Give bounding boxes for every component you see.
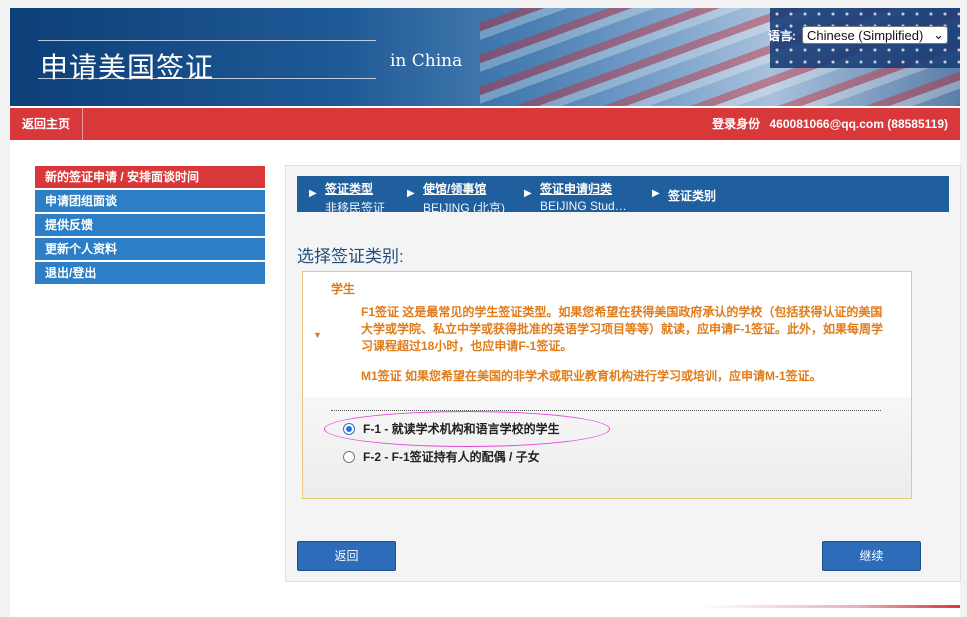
option-f2-label: F-2 - F-1签证持有人的配偶 / 子女	[363, 450, 540, 464]
option-f2[interactable]: F-2 - F-1签证持有人的配偶 / 子女	[343, 448, 540, 465]
category-description-m1: M1签证 如果您希望在美国的非学术或职业教育机构进行学习或培训，应申请M-1签证…	[361, 369, 822, 383]
step-arrow-icon: ▶	[309, 188, 317, 199]
breadcrumb-step-post[interactable]: ▶ 使馆/领事馆 BEIJING (北京)	[407, 180, 506, 216]
language-value: Chinese (Simplified)	[807, 27, 924, 43]
login-label: 登录身份	[712, 117, 761, 131]
title-rule-bottom	[38, 78, 376, 79]
option-f1[interactable]: F-1 - 就读学术机构和语言学校的学生	[343, 420, 560, 437]
main-panel: ▶ 签证类型 非移民签证 ▶ 使馆/领事馆 BEIJING (北京) ▶ 签证申…	[285, 165, 961, 582]
menu-item-feedback[interactable]: 提供反馈	[35, 214, 265, 236]
menu-item-logout[interactable]: 退出/登出	[35, 262, 265, 284]
breadcrumb-value: BEIJING (北京)	[423, 201, 506, 215]
menu-item-group-interview[interactable]: 申请团组面谈	[35, 190, 265, 212]
page: 申请美国签证 in China 语言: Chinese (Simplified)…	[10, 8, 961, 617]
language-dropdown[interactable]: Chinese (Simplified) ⌄	[802, 26, 948, 44]
breadcrumb-step-visa-type[interactable]: ▶ 签证类型 非移民签证	[309, 180, 386, 216]
category-name: 学生	[331, 282, 356, 296]
breadcrumb-value: BEIJING Stud…	[540, 199, 627, 213]
breadcrumb-key: 使馆/领事馆	[423, 182, 487, 196]
bottom-decoration	[700, 605, 960, 608]
page-title: 选择签证类别:	[297, 247, 404, 266]
login-account: 460081066@qq.com (88585119)	[769, 117, 949, 131]
browser-frame: 申请美国签证 in China 语言: Chinese (Simplified)…	[0, 0, 967, 617]
radio-f2[interactable]	[343, 450, 355, 463]
visa-category-box: 学生 ▼ F1签证 这是最常见的学生签证类型。如果您希望在获得美国政府承认的学校…	[302, 271, 912, 499]
header-banner: 申请美国签证 in China 语言: Chinese (Simplified)…	[10, 8, 960, 106]
breadcrumb-key: 签证类别	[668, 189, 717, 203]
breadcrumb-step-category[interactable]: ▶ 签证申请归类 BEIJING Stud…	[524, 180, 627, 213]
breadcrumb: ▶ 签证类型 非移民签证 ▶ 使馆/领事馆 BEIJING (北京) ▶ 签证申…	[297, 176, 949, 215]
radio-f1[interactable]	[343, 422, 355, 435]
step-arrow-icon: ▶	[652, 188, 660, 199]
site-title: 申请美国签证	[40, 51, 215, 84]
collapse-caret-icon[interactable]: ▼	[313, 330, 322, 340]
chevron-down-icon: ⌄	[933, 27, 944, 42]
menu-item-new-application[interactable]: 新的签证申请 / 安排面谈时间	[35, 166, 265, 188]
breadcrumb-key: 签证类型	[325, 182, 374, 196]
divider	[331, 410, 881, 411]
sidebar-menu: 新的签证申请 / 安排面谈时间 申请团组面谈 提供反馈 更新个人资料 退出/登出	[35, 166, 265, 286]
login-identity: 登录身份 460081066@qq.com (88585119)	[706, 108, 948, 140]
breadcrumb-step-visa-class: ▶ 签证类别	[652, 187, 717, 204]
category-description-f1: F1签证 这是最常见的学生签证类型。如果您希望在获得美国政府承认的学校（包括获得…	[361, 305, 884, 353]
step-arrow-icon: ▶	[524, 188, 532, 199]
step-arrow-icon: ▶	[407, 188, 415, 199]
top-navbar: 返回主页 登录身份 460081066@qq.com (88585119)	[10, 108, 960, 140]
language-selector: 语言: Chinese (Simplified) ⌄	[768, 26, 948, 44]
breadcrumb-key: 签证申请归类	[540, 182, 613, 196]
breadcrumb-value: 非移民签证	[325, 201, 386, 215]
menu-item-update-profile[interactable]: 更新个人资料	[35, 238, 265, 260]
language-label: 语言:	[768, 28, 796, 43]
back-button[interactable]: 返回	[297, 541, 396, 571]
option-f1-label: F-1 - 就读学术机构和语言学校的学生	[363, 422, 560, 436]
home-link[interactable]: 返回主页	[10, 108, 84, 140]
site-subtitle: in China	[390, 51, 463, 71]
continue-button[interactable]: 继续	[822, 541, 921, 571]
title-rule-top	[38, 40, 376, 41]
